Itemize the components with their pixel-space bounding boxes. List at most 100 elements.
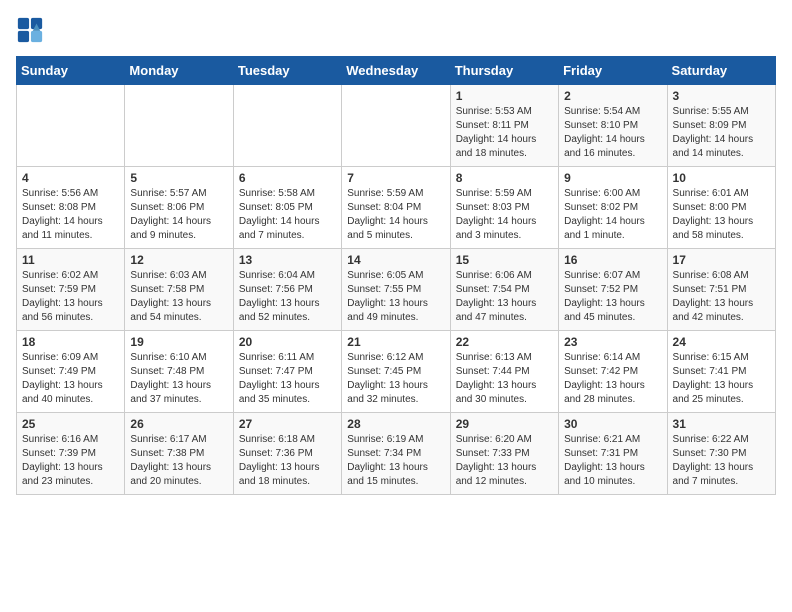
calendar-cell: 5 Sunrise: 5:57 AM Sunset: 8:06 PM Daylig… xyxy=(125,167,233,249)
calendar-cell: 2 Sunrise: 5:54 AM Sunset: 8:10 PM Daylig… xyxy=(559,85,667,167)
calendar-cell: 10Sunrise: 6:01 AM Sunset: 8:00 PM Dayli… xyxy=(667,167,775,249)
header-friday: Friday xyxy=(559,57,667,85)
day-number: 18 xyxy=(22,335,119,349)
day-number: 9 xyxy=(564,171,661,185)
calendar-cell xyxy=(233,85,341,167)
day-number: 10 xyxy=(673,171,770,185)
header-monday: Monday xyxy=(125,57,233,85)
day-info: Sunrise: 6:06 AM Sunset: 7:54 PM Dayligh… xyxy=(456,269,553,325)
day-info: Sunrise: 6:10 AM Sunset: 7:48 PM Dayligh… xyxy=(130,351,227,407)
calendar-cell: 8 Sunrise: 5:59 AM Sunset: 8:03 PM Daylig… xyxy=(450,167,558,249)
calendar-cell: 7Sunrise: 5:59 AM Sunset: 8:04 PM Daylig… xyxy=(342,167,450,249)
day-number: 4 xyxy=(22,171,119,185)
calendar-cell: 15 Sunrise: 6:06 AM Sunset: 7:54 PM Dayli… xyxy=(450,249,558,331)
day-info: Sunrise: 6:20 AM Sunset: 7:33 PM Dayligh… xyxy=(456,433,553,489)
day-number: 2 xyxy=(564,89,661,103)
day-number: 17 xyxy=(673,253,770,267)
calendar-cell: 31 Sunrise: 6:22 AM Sunset: 7:30 PM Dayli… xyxy=(667,413,775,495)
day-number: 24 xyxy=(673,335,770,349)
calendar-header: SundayMondayTuesdayWednesdayThursdayFrid… xyxy=(17,57,776,85)
day-number: 3 xyxy=(673,89,770,103)
day-info: Sunrise: 5:59 AM Sunset: 8:03 PM Dayligh… xyxy=(456,187,553,243)
day-info: Sunrise: 6:04 AM Sunset: 7:56 PM Dayligh… xyxy=(239,269,336,325)
logo xyxy=(16,16,46,44)
calendar-cell: 11 Sunrise: 6:02 AM Sunset: 7:59 PM Dayli… xyxy=(17,249,125,331)
calendar-cell: 19 Sunrise: 6:10 AM Sunset: 7:48 PM Dayli… xyxy=(125,331,233,413)
calendar-cell: 26Sunrise: 6:17 AM Sunset: 7:38 PM Dayli… xyxy=(125,413,233,495)
day-info: Sunrise: 6:12 AM Sunset: 7:45 PM Dayligh… xyxy=(347,351,444,407)
week-row-4: 18 Sunrise: 6:09 AM Sunset: 7:49 PM Dayli… xyxy=(17,331,776,413)
day-info: Sunrise: 6:15 AM Sunset: 7:41 PM Dayligh… xyxy=(673,351,770,407)
day-info: Sunrise: 6:14 AM Sunset: 7:42 PM Dayligh… xyxy=(564,351,661,407)
day-number: 29 xyxy=(456,417,553,431)
calendar-cell: 4Sunrise: 5:56 AM Sunset: 8:08 PM Daylig… xyxy=(17,167,125,249)
day-info: Sunrise: 6:21 AM Sunset: 7:31 PM Dayligh… xyxy=(564,433,661,489)
day-info: Sunrise: 5:54 AM Sunset: 8:10 PM Dayligh… xyxy=(564,105,661,161)
day-number: 19 xyxy=(130,335,227,349)
calendar-cell: 9 Sunrise: 6:00 AM Sunset: 8:02 PM Daylig… xyxy=(559,167,667,249)
day-info: Sunrise: 5:57 AM Sunset: 8:06 PM Dayligh… xyxy=(130,187,227,243)
day-info: Sunrise: 6:03 AM Sunset: 7:58 PM Dayligh… xyxy=(130,269,227,325)
day-info: Sunrise: 6:22 AM Sunset: 7:30 PM Dayligh… xyxy=(673,433,770,489)
calendar-cell: 24 Sunrise: 6:15 AM Sunset: 7:41 PM Dayli… xyxy=(667,331,775,413)
day-info: Sunrise: 5:55 AM Sunset: 8:09 PM Dayligh… xyxy=(673,105,770,161)
day-info: Sunrise: 6:07 AM Sunset: 7:52 PM Dayligh… xyxy=(564,269,661,325)
day-number: 23 xyxy=(564,335,661,349)
day-info: Sunrise: 6:11 AM Sunset: 7:47 PM Dayligh… xyxy=(239,351,336,407)
day-number: 21 xyxy=(347,335,444,349)
calendar-cell: 12 Sunrise: 6:03 AM Sunset: 7:58 PM Dayli… xyxy=(125,249,233,331)
day-number: 20 xyxy=(239,335,336,349)
calendar-cell xyxy=(342,85,450,167)
header-thursday: Thursday xyxy=(450,57,558,85)
calendar-cell: 18 Sunrise: 6:09 AM Sunset: 7:49 PM Dayli… xyxy=(17,331,125,413)
day-number: 11 xyxy=(22,253,119,267)
day-number: 12 xyxy=(130,253,227,267)
day-number: 8 xyxy=(456,171,553,185)
day-number: 13 xyxy=(239,253,336,267)
header-row: SundayMondayTuesdayWednesdayThursdayFrid… xyxy=(17,57,776,85)
calendar-cell: 3 Sunrise: 5:55 AM Sunset: 8:09 PM Daylig… xyxy=(667,85,775,167)
day-number: 16 xyxy=(564,253,661,267)
day-info: Sunrise: 6:00 AM Sunset: 8:02 PM Dayligh… xyxy=(564,187,661,243)
calendar-cell: 20 Sunrise: 6:11 AM Sunset: 7:47 PM Dayli… xyxy=(233,331,341,413)
week-row-5: 25 Sunrise: 6:16 AM Sunset: 7:39 PM Dayli… xyxy=(17,413,776,495)
header-saturday: Saturday xyxy=(667,57,775,85)
day-info: Sunrise: 6:02 AM Sunset: 7:59 PM Dayligh… xyxy=(22,269,119,325)
day-number: 26 xyxy=(130,417,227,431)
day-number: 27 xyxy=(239,417,336,431)
day-info: Sunrise: 6:08 AM Sunset: 7:51 PM Dayligh… xyxy=(673,269,770,325)
day-number: 5 xyxy=(130,171,227,185)
calendar-body: 1Sunrise: 5:53 AM Sunset: 8:11 PM Daylig… xyxy=(17,85,776,495)
day-info: Sunrise: 6:18 AM Sunset: 7:36 PM Dayligh… xyxy=(239,433,336,489)
calendar-cell: 1Sunrise: 5:53 AM Sunset: 8:11 PM Daylig… xyxy=(450,85,558,167)
page-header xyxy=(16,16,776,44)
week-row-1: 1Sunrise: 5:53 AM Sunset: 8:11 PM Daylig… xyxy=(17,85,776,167)
calendar-cell: 22Sunrise: 6:13 AM Sunset: 7:44 PM Dayli… xyxy=(450,331,558,413)
day-info: Sunrise: 6:09 AM Sunset: 7:49 PM Dayligh… xyxy=(22,351,119,407)
day-number: 6 xyxy=(239,171,336,185)
day-number: 14 xyxy=(347,253,444,267)
day-number: 1 xyxy=(456,89,553,103)
header-sunday: Sunday xyxy=(17,57,125,85)
calendar-table: SundayMondayTuesdayWednesdayThursdayFrid… xyxy=(16,56,776,495)
calendar-cell: 23 Sunrise: 6:14 AM Sunset: 7:42 PM Dayli… xyxy=(559,331,667,413)
day-number: 30 xyxy=(564,417,661,431)
calendar-cell: 13 Sunrise: 6:04 AM Sunset: 7:56 PM Dayli… xyxy=(233,249,341,331)
day-number: 15 xyxy=(456,253,553,267)
calendar-cell xyxy=(125,85,233,167)
header-wednesday: Wednesday xyxy=(342,57,450,85)
day-info: Sunrise: 5:58 AM Sunset: 8:05 PM Dayligh… xyxy=(239,187,336,243)
calendar-cell: 6 Sunrise: 5:58 AM Sunset: 8:05 PM Daylig… xyxy=(233,167,341,249)
calendar-cell: 25 Sunrise: 6:16 AM Sunset: 7:39 PM Dayli… xyxy=(17,413,125,495)
day-number: 28 xyxy=(347,417,444,431)
week-row-3: 11 Sunrise: 6:02 AM Sunset: 7:59 PM Dayli… xyxy=(17,249,776,331)
calendar-cell: 29 Sunrise: 6:20 AM Sunset: 7:33 PM Dayli… xyxy=(450,413,558,495)
day-number: 25 xyxy=(22,417,119,431)
header-tuesday: Tuesday xyxy=(233,57,341,85)
day-info: Sunrise: 6:16 AM Sunset: 7:39 PM Dayligh… xyxy=(22,433,119,489)
day-number: 31 xyxy=(673,417,770,431)
day-info: Sunrise: 6:05 AM Sunset: 7:55 PM Dayligh… xyxy=(347,269,444,325)
calendar-cell: 28Sunrise: 6:19 AM Sunset: 7:34 PM Dayli… xyxy=(342,413,450,495)
day-number: 22 xyxy=(456,335,553,349)
calendar-cell: 30 Sunrise: 6:21 AM Sunset: 7:31 PM Dayli… xyxy=(559,413,667,495)
